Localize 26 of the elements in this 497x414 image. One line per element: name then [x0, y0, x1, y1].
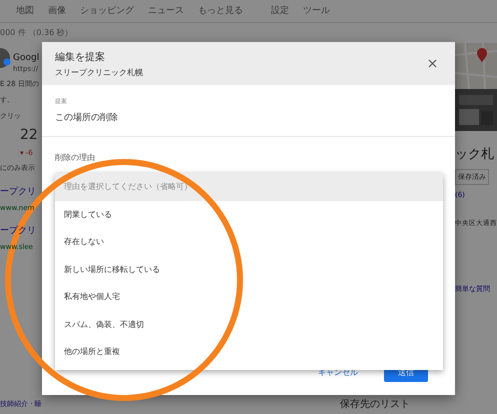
result-link[interactable]: ープクリ	[0, 184, 42, 198]
dropdown-option[interactable]: 閉業している	[55, 200, 443, 228]
dropdown-option[interactable]: 私有地や個人宅	[55, 283, 443, 310]
results-count: 000 件 （0.36 秒）	[0, 26, 74, 39]
nav-tab[interactable]: 画像	[48, 2, 66, 20]
field-label: 削除の理由	[55, 152, 95, 163]
nav-tab[interactable]: ニュース	[148, 2, 184, 20]
dialog-title: 編集を提案	[55, 50, 106, 64]
result-title[interactable]: Googl	[13, 52, 40, 63]
dialog-subtitle: スリープクリニック札幌	[55, 66, 143, 78]
dropdown-option[interactable]: 存在しない	[55, 228, 443, 256]
saved-lists-heading: 保存先のリスト	[340, 398, 410, 412]
dropdown-option[interactable]: 新しい場所に移転している	[55, 256, 443, 283]
nav-tab[interactable]: 地図	[16, 2, 34, 20]
field-value: この場所の削除	[55, 112, 119, 124]
avatar-icon	[0, 46, 11, 69]
place-title: ック札	[455, 146, 495, 163]
nav-tab[interactable]: ツール	[303, 2, 330, 20]
dropdown-option[interactable]: 理由を選択してください（省略可）	[55, 173, 443, 200]
nav-tab[interactable]: ショッピング	[80, 2, 134, 20]
nav-tab[interactable]: もっと見る	[198, 2, 243, 20]
close-icon[interactable]	[428, 59, 437, 68]
result-text: 22	[19, 126, 39, 143]
dropdown-option[interactable]: スパム、偽装、不適切	[55, 310, 443, 338]
dropdown-option[interactable]: 他の場所と重複	[55, 338, 443, 366]
nav-tab[interactable]: 設定	[271, 2, 289, 20]
